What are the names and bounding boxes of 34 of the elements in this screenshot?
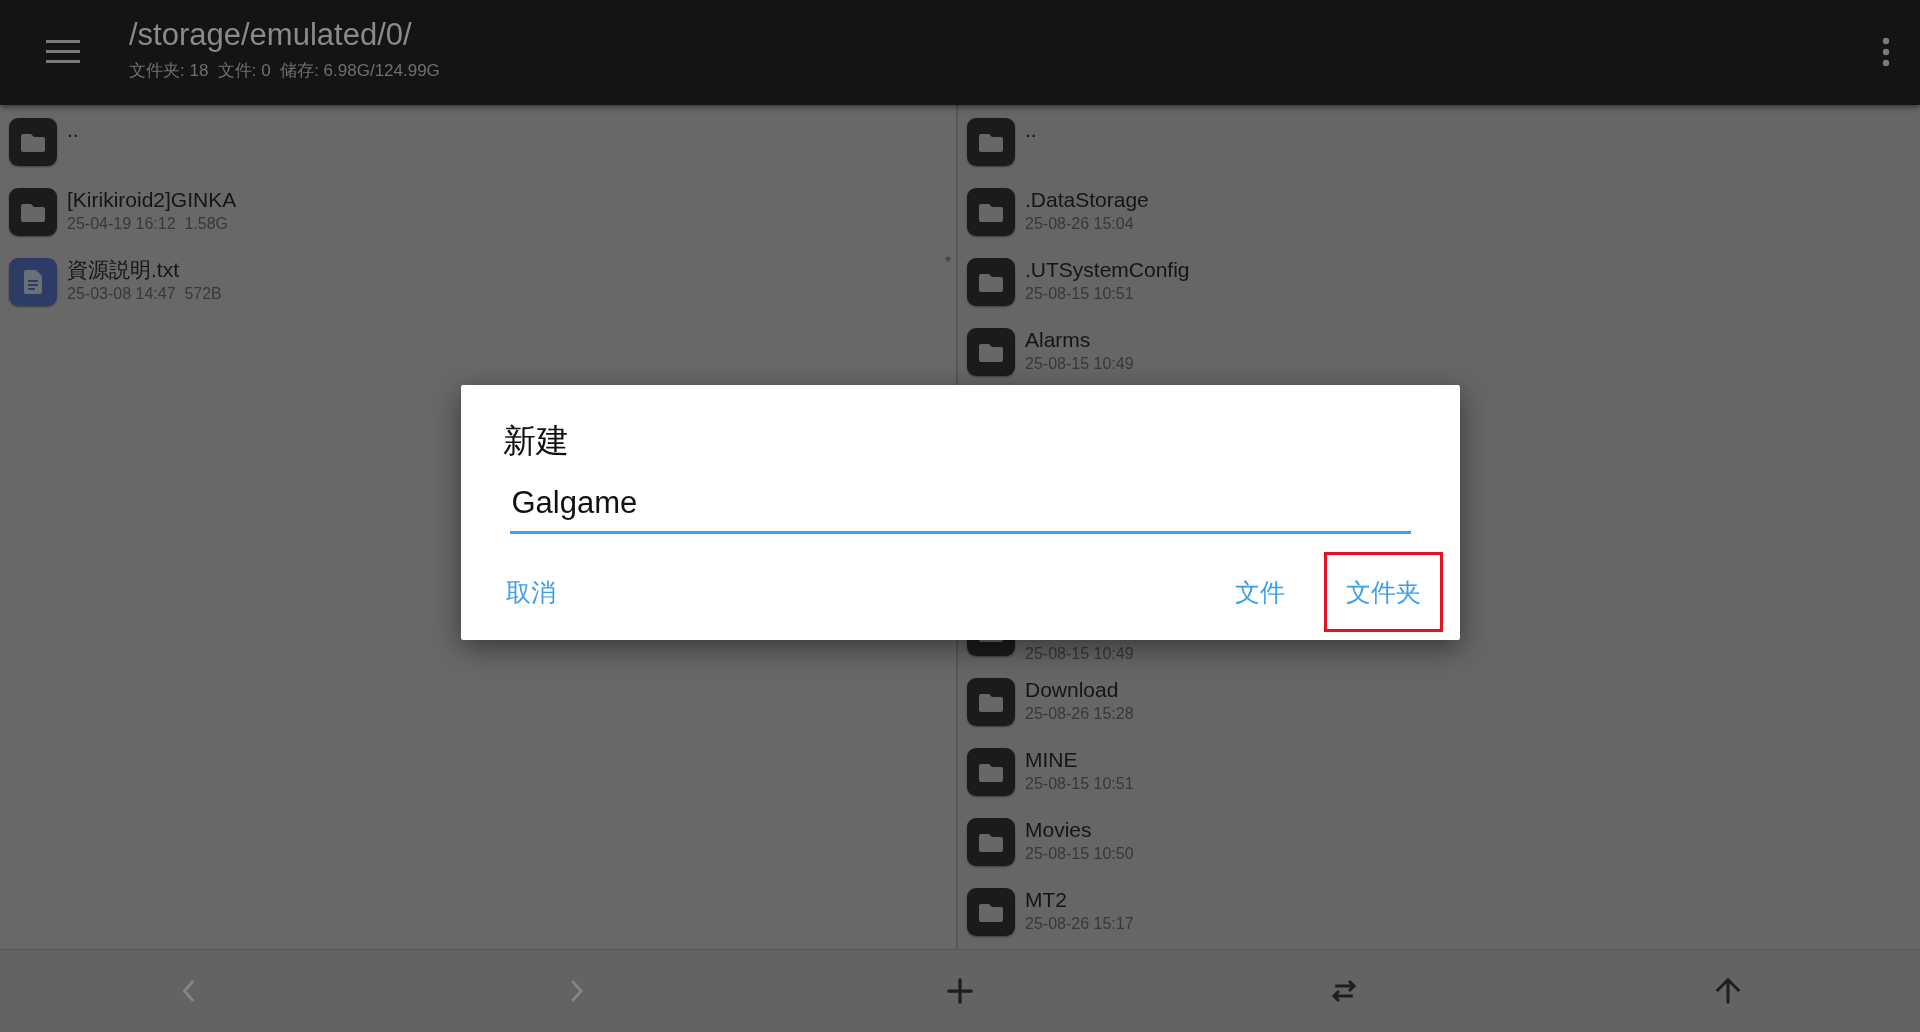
file-name[interactable]: Alarms — [1025, 326, 1091, 353]
file-name[interactable]: MINE — [1025, 746, 1078, 773]
file-name[interactable]: .. — [67, 116, 79, 143]
up-arrow-icon[interactable] — [1713, 976, 1743, 1007]
folder-icon — [9, 187, 57, 236]
folder-icon — [967, 187, 1015, 236]
more-options-icon[interactable] — [1882, 37, 1890, 68]
folder-icon — [967, 747, 1015, 796]
file-name[interactable]: 資源説明.txt — [67, 256, 179, 283]
current-path: /storage/emulated/0/ — [129, 16, 412, 53]
file-name[interactable]: .DataStorage — [1025, 186, 1149, 213]
cancel-button[interactable]: 取消 — [502, 552, 567, 632]
file-name[interactable]: .. — [1025, 116, 1037, 143]
modified-marker: * — [944, 253, 951, 272]
file-name[interactable]: MT2 — [1025, 886, 1067, 913]
file-name[interactable]: [Kirikiroid2]GINKA — [67, 186, 237, 213]
add-icon[interactable] — [945, 976, 975, 1007]
create-button[interactable]: 文件 — [1219, 552, 1300, 632]
menu-icon[interactable] — [46, 39, 80, 66]
folder-icon — [967, 887, 1015, 936]
create-button[interactable]: 文件夹 — [1323, 552, 1443, 632]
document-icon — [9, 257, 57, 306]
file-name[interactable]: Download — [1025, 676, 1119, 703]
folder-icon — [9, 117, 57, 166]
file-name[interactable]: Movies — [1025, 816, 1092, 843]
folder-icon — [967, 257, 1015, 306]
storage-summary: 文件夹: 18 文件: 0 储存: 6.98G/124.99G — [129, 59, 440, 82]
file-name[interactable]: .UTSystemConfig — [1025, 256, 1190, 283]
folder-icon — [967, 817, 1015, 866]
dialog-title: 新建 — [502, 421, 569, 461]
name-input-field[interactable]: Galgame — [509, 485, 1411, 534]
folder-icon — [967, 117, 1015, 166]
folder-icon — [967, 327, 1015, 376]
folder-icon — [967, 677, 1015, 726]
